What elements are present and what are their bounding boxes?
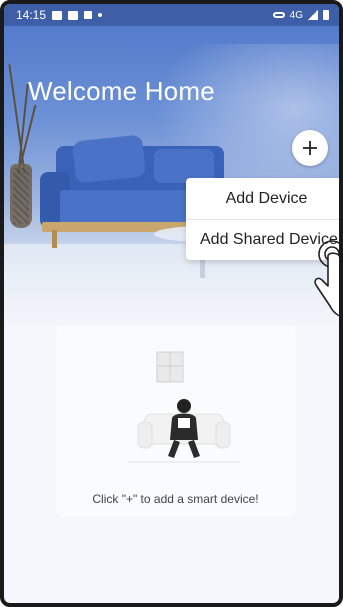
hero-background bbox=[4, 4, 339, 334]
add-device-menu-item[interactable]: Add Device bbox=[186, 178, 339, 219]
empty-state-illustration bbox=[128, 351, 240, 463]
add-button[interactable] bbox=[292, 130, 328, 166]
cloud-icon bbox=[68, 10, 79, 20]
sofa-cushion bbox=[71, 134, 147, 184]
status-time: 14:15 bbox=[16, 8, 47, 22]
network-type: 4G bbox=[289, 9, 303, 21]
page-title: Welcome Home bbox=[28, 76, 215, 106]
empty-state-message: Click "+" to add a smart device! bbox=[92, 492, 259, 506]
phone-screen: 14:15 4G Welcome Home Add Device Add Sha… bbox=[0, 0, 343, 607]
sofa-leg bbox=[52, 230, 57, 248]
status-left: 14:15 bbox=[16, 8, 103, 22]
status-bar: 14:15 4G bbox=[4, 4, 339, 26]
signal-icon bbox=[308, 10, 318, 20]
notification-dot-icon bbox=[98, 13, 103, 17]
plus-icon bbox=[303, 141, 317, 155]
gallery-icon bbox=[52, 10, 63, 20]
battery-icon bbox=[323, 10, 329, 20]
status-right: 4G bbox=[272, 9, 329, 21]
vase bbox=[10, 164, 32, 228]
download-icon bbox=[84, 11, 93, 19]
vpn-key-icon bbox=[272, 12, 285, 18]
hand-pointer-icon bbox=[314, 240, 339, 317]
